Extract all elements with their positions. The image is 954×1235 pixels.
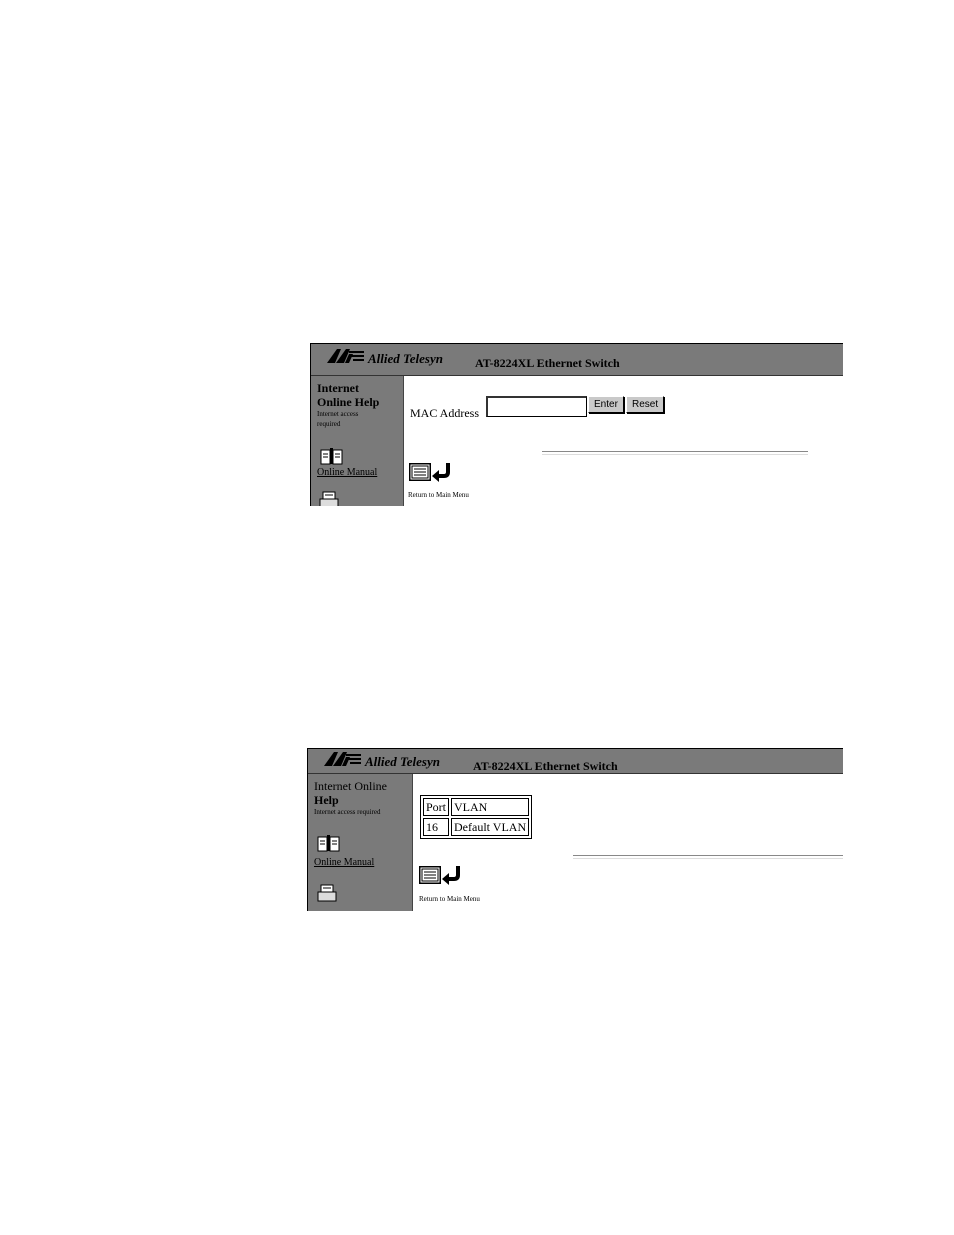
sidebar: Internet Online Help Internet access req… xyxy=(308,774,413,911)
return-main-menu-label: Return to Main Menu xyxy=(419,895,480,903)
return-main-menu-label: Return to Main Menu xyxy=(408,491,469,499)
printer-icon[interactable] xyxy=(317,884,339,907)
brand-name: Allied Telesyn xyxy=(368,350,443,366)
online-help-link[interactable]: Internet Online Help Internet access req… xyxy=(317,381,379,429)
column-header-vlan: VLAN xyxy=(451,798,530,816)
return-main-menu-button[interactable] xyxy=(408,462,453,487)
header-bar: Allied Telesyn AT-8224XL Ethernet Switch xyxy=(308,749,843,774)
sidebar: Internet Online Help Internet access req… xyxy=(311,376,404,506)
mac-address-label: MAC Address xyxy=(410,406,480,420)
table-row: 16 Default VLAN xyxy=(423,818,530,836)
online-manual-link[interactable]: Online Manual xyxy=(314,857,374,868)
help-heading-line1: Internet Online xyxy=(314,779,387,793)
screenshot-mac-address: Allied Telesyn AT-8224XL Ethernet Switch… xyxy=(310,343,843,506)
column-header-port: Port xyxy=(423,798,450,816)
cell-vlan: Default VLAN xyxy=(451,818,530,836)
help-heading-line2: Help xyxy=(314,793,339,807)
at-logo-icon xyxy=(324,751,362,772)
header-bar: Allied Telesyn AT-8224XL Ethernet Switch xyxy=(311,344,843,376)
help-note-line1: Internet access xyxy=(317,410,359,418)
enter-button[interactable]: Enter xyxy=(588,396,624,413)
online-manual-link[interactable]: Online Manual xyxy=(317,467,377,478)
cell-port: 16 xyxy=(423,818,450,836)
help-heading-line1: Internet xyxy=(317,381,359,395)
main-content: MAC Address Enter Reset Return to Main M… xyxy=(404,376,843,506)
brand-name: Allied Telesyn xyxy=(365,753,440,769)
page-title: AT-8224XL Ethernet Switch xyxy=(475,356,620,370)
reset-button[interactable]: Reset xyxy=(626,396,665,413)
help-heading-line2: Online Help xyxy=(317,395,380,409)
brand-logo[interactable]: Allied Telesyn xyxy=(324,751,440,772)
menu-list-icon xyxy=(418,865,442,889)
main-content: Port VLAN 16 Default VLAN Return to Main… xyxy=(413,774,843,911)
mac-address-input[interactable] xyxy=(486,396,587,417)
divider xyxy=(573,855,843,859)
port-vlan-table: Port VLAN 16 Default VLAN xyxy=(420,795,533,839)
divider xyxy=(542,451,808,455)
at-logo-icon xyxy=(327,348,365,369)
help-note: Internet access required xyxy=(314,808,381,816)
return-main-menu-button[interactable] xyxy=(418,865,463,890)
menu-list-icon xyxy=(408,462,432,486)
printer-icon[interactable] xyxy=(319,491,341,506)
help-note-line2: required xyxy=(317,420,341,428)
return-arrow-icon xyxy=(431,462,453,487)
table-header-row: Port VLAN xyxy=(423,798,530,816)
page-title: AT-8224XL Ethernet Switch xyxy=(473,759,618,773)
online-help-link[interactable]: Internet Online Help Internet access req… xyxy=(314,779,387,817)
screenshot-vlan-result: Allied Telesyn AT-8224XL Ethernet Switch… xyxy=(307,748,843,911)
brand-logo[interactable]: Allied Telesyn xyxy=(327,348,443,369)
return-arrow-icon xyxy=(441,865,463,890)
book-icon[interactable] xyxy=(317,834,341,857)
